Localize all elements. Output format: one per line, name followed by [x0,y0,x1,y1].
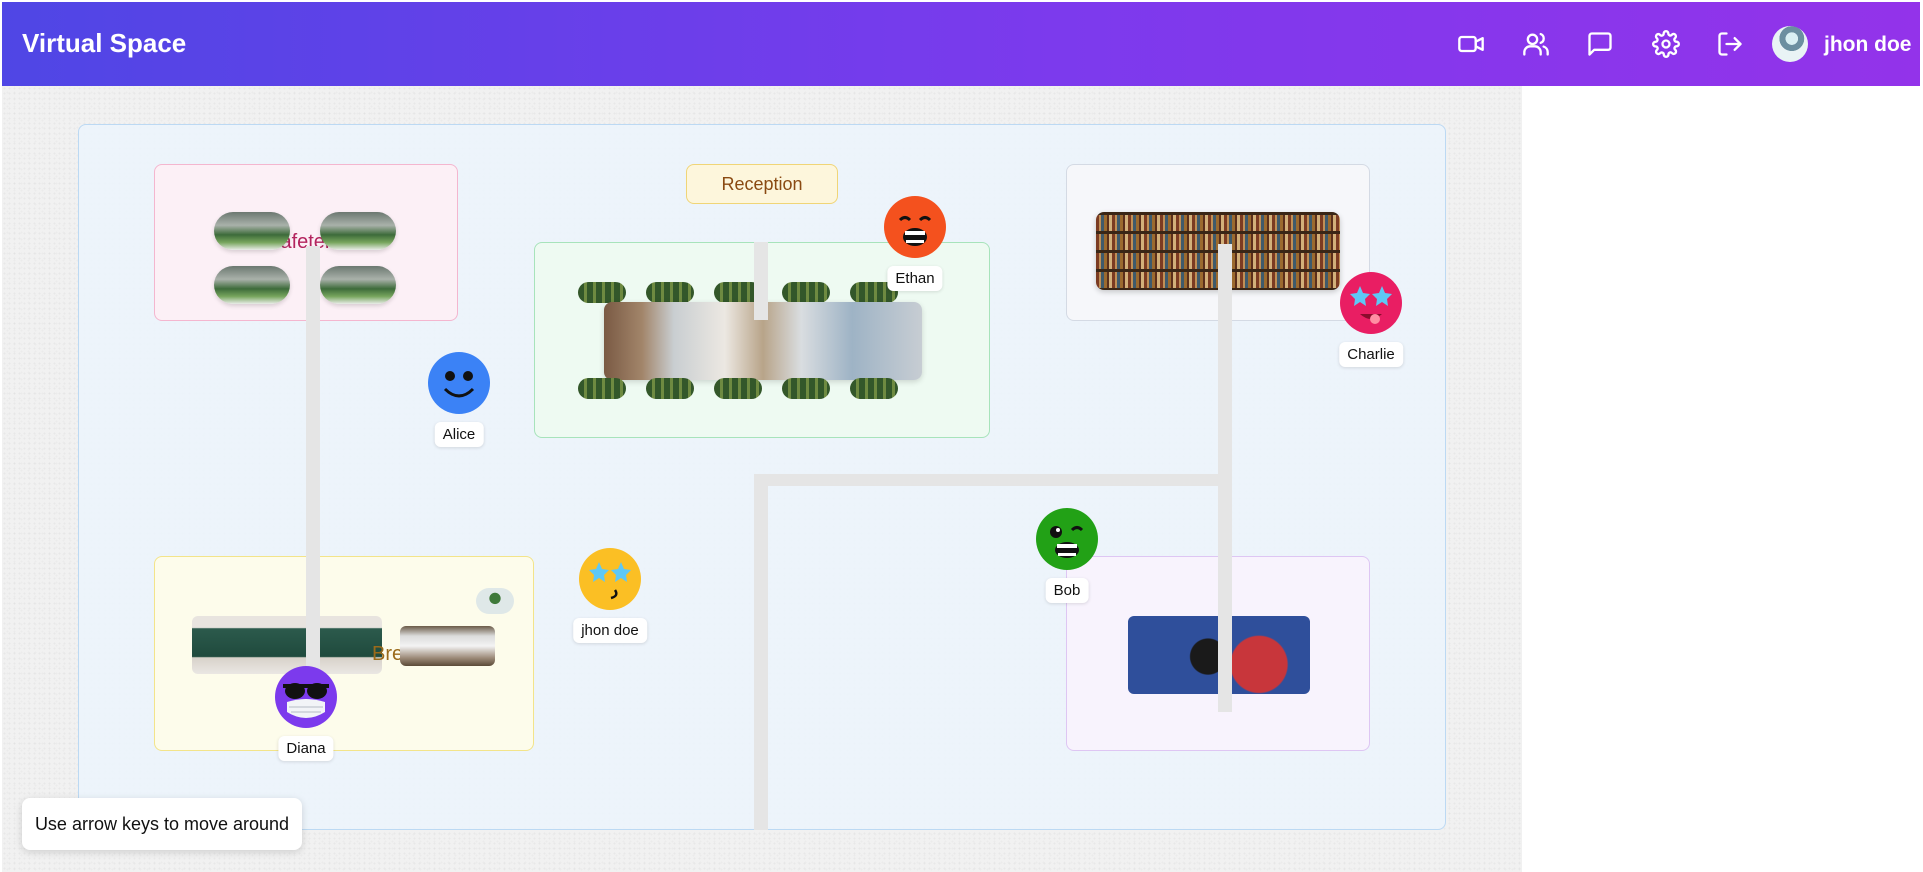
chair [782,282,830,303]
user-name[interactable]: jhon doe [1824,33,1912,57]
plant-table [320,266,396,304]
app-title: Virtual Space [22,28,187,58]
plant-pot [476,588,514,614]
name-tag-jhon-doe: jhon doe [573,618,647,643]
users-icon[interactable] [1522,30,1550,58]
avatar-charlie[interactable] [1340,272,1402,334]
plant-table [320,212,396,250]
top-bar: Virtual Space jhon doe [2,2,1920,86]
plant-table [214,212,290,250]
settings-gear-icon[interactable] [1652,30,1680,58]
name-tag-bob: Bob [1045,578,1089,603]
wall [754,478,768,830]
movement-hint: Use arrow keys to move around [22,798,302,850]
chair [646,378,694,399]
coffee-table [400,626,495,666]
name-tag-diana: Diana [278,736,334,761]
logout-icon[interactable] [1716,30,1744,58]
wall [754,474,1232,486]
chair [782,378,830,399]
chat-icon[interactable] [1586,30,1614,58]
reception-label: Reception [686,164,838,204]
video-camera-icon[interactable] [1457,30,1485,58]
chair [850,378,898,399]
name-tag-ethan: Ethan [887,266,943,291]
chair [578,378,626,399]
name-tag-alice: Alice [434,422,484,447]
avatar-ethan[interactable] [884,196,946,258]
wall [754,242,768,320]
wall [306,246,320,676]
plant-table [214,266,290,304]
avatar-alice[interactable] [428,352,490,414]
user-avatar[interactable] [1772,26,1808,62]
avatar-bob[interactable] [1036,508,1098,570]
avatar-diana[interactable] [275,666,337,728]
name-tag-charlie: Charlie [1339,342,1403,367]
chair [714,378,762,399]
avatar-jhon-doe[interactable] [579,548,641,610]
chair [646,282,694,303]
chair [578,282,626,303]
